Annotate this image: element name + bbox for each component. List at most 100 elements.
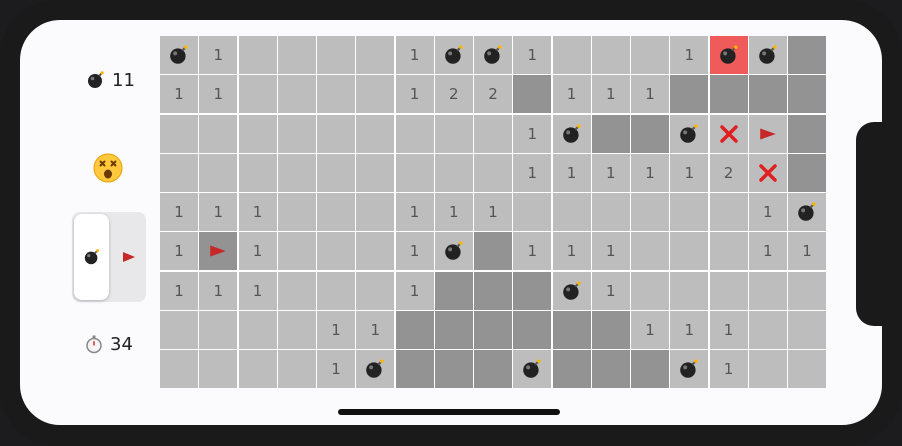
empty-cell[interactable] — [199, 153, 238, 192]
number-cell[interactable]: 1 — [513, 232, 552, 271]
hidden-cell[interactable] — [788, 75, 826, 114]
hidden-cell[interactable] — [709, 75, 748, 114]
empty-cell[interactable] — [317, 36, 355, 74]
number-cell[interactable]: 1 — [513, 153, 552, 192]
mine-cell[interactable] — [670, 350, 709, 388]
number-cell[interactable]: 1 — [238, 232, 277, 271]
empty-cell[interactable] — [277, 310, 316, 349]
empty-cell[interactable] — [434, 153, 473, 192]
mine-cell[interactable] — [552, 271, 591, 310]
mine-cell[interactable] — [434, 232, 473, 271]
reveal-mode-button[interactable] — [74, 214, 109, 300]
number-cell[interactable]: 1 — [160, 193, 198, 231]
number-cell[interactable]: 1 — [160, 75, 198, 114]
empty-cell[interactable] — [434, 114, 473, 153]
empty-cell[interactable] — [748, 310, 787, 349]
empty-cell[interactable] — [552, 193, 591, 231]
hidden-cell[interactable] — [513, 310, 552, 349]
empty-cell[interactable] — [160, 153, 198, 192]
empty-cell[interactable] — [238, 75, 277, 114]
empty-cell[interactable] — [317, 271, 355, 310]
number-cell[interactable]: 1 — [474, 193, 512, 231]
hidden-cell[interactable] — [552, 350, 591, 388]
empty-cell[interactable] — [356, 232, 395, 271]
hidden-cell[interactable] — [670, 75, 709, 114]
number-cell[interactable]: 1 — [552, 232, 591, 271]
number-cell[interactable]: 2 — [474, 75, 512, 114]
number-cell[interactable]: 1 — [395, 75, 434, 114]
mine-cell[interactable] — [160, 36, 198, 74]
empty-cell[interactable] — [356, 36, 395, 74]
mine-cell[interactable] — [513, 350, 552, 388]
number-cell[interactable]: 2 — [709, 153, 748, 192]
hidden-cell[interactable] — [474, 271, 512, 310]
empty-cell[interactable] — [238, 310, 277, 349]
number-cell[interactable]: 1 — [748, 232, 787, 271]
number-cell[interactable]: 1 — [591, 153, 630, 192]
number-cell[interactable]: 1 — [395, 193, 434, 231]
number-cell[interactable]: 1 — [670, 310, 709, 349]
empty-cell[interactable] — [277, 232, 316, 271]
empty-cell[interactable] — [238, 153, 277, 192]
hidden-cell[interactable] — [591, 350, 630, 388]
empty-cell[interactable] — [631, 232, 669, 271]
home-indicator[interactable] — [338, 409, 560, 415]
number-cell[interactable]: 1 — [199, 193, 238, 231]
empty-cell[interactable] — [474, 114, 512, 153]
empty-cell[interactable] — [631, 36, 669, 74]
empty-cell[interactable] — [552, 36, 591, 74]
empty-cell[interactable] — [317, 232, 355, 271]
number-cell[interactable]: 1 — [238, 193, 277, 231]
empty-cell[interactable] — [356, 153, 395, 192]
empty-cell[interactable] — [238, 36, 277, 74]
number-cell[interactable]: 1 — [591, 75, 630, 114]
hidden-cell[interactable] — [395, 310, 434, 349]
hidden-cell[interactable] — [631, 114, 669, 153]
number-cell[interactable]: 1 — [591, 271, 630, 310]
hidden-cell[interactable] — [474, 350, 512, 388]
number-cell[interactable]: 1 — [317, 350, 355, 388]
empty-cell[interactable] — [238, 350, 277, 388]
empty-cell[interactable] — [277, 36, 316, 74]
mine-cell[interactable] — [356, 350, 395, 388]
number-cell[interactable]: 1 — [160, 232, 198, 271]
wrong-flag-cell[interactable] — [709, 114, 748, 153]
empty-cell[interactable] — [160, 114, 198, 153]
empty-cell[interactable] — [591, 193, 630, 231]
hidden-cell[interactable] — [788, 36, 826, 74]
number-cell[interactable]: 1 — [670, 153, 709, 192]
exploded-mine-cell[interactable] — [709, 36, 748, 74]
hidden-cell[interactable] — [513, 75, 552, 114]
empty-cell[interactable] — [788, 271, 826, 310]
empty-cell[interactable] — [277, 75, 316, 114]
empty-cell[interactable] — [199, 350, 238, 388]
mode-toggle[interactable] — [72, 212, 146, 302]
number-cell[interactable]: 1 — [395, 271, 434, 310]
number-cell[interactable]: 1 — [670, 36, 709, 74]
empty-cell[interactable] — [277, 153, 316, 192]
empty-cell[interactable] — [356, 193, 395, 231]
empty-cell[interactable] — [474, 153, 512, 192]
empty-cell[interactable] — [709, 193, 748, 231]
mine-cell[interactable] — [670, 114, 709, 153]
empty-cell[interactable] — [670, 193, 709, 231]
empty-cell[interactable] — [709, 232, 748, 271]
empty-cell[interactable] — [317, 193, 355, 231]
number-cell[interactable]: 1 — [199, 75, 238, 114]
number-cell[interactable]: 1 — [591, 232, 630, 271]
number-cell[interactable]: 1 — [238, 271, 277, 310]
number-cell[interactable]: 1 — [395, 232, 434, 271]
empty-cell[interactable] — [395, 153, 434, 192]
empty-cell[interactable] — [788, 310, 826, 349]
empty-cell[interactable] — [277, 114, 316, 153]
empty-cell[interactable] — [788, 350, 826, 388]
empty-cell[interactable] — [317, 75, 355, 114]
number-cell[interactable]: 1 — [631, 310, 669, 349]
empty-cell[interactable] — [748, 271, 787, 310]
hidden-cell[interactable] — [591, 310, 630, 349]
dizzy-face-icon[interactable] — [92, 152, 124, 184]
empty-cell[interactable] — [670, 271, 709, 310]
mine-cell[interactable] — [434, 36, 473, 74]
hidden-cell[interactable] — [513, 271, 552, 310]
hidden-cell[interactable] — [474, 232, 512, 271]
